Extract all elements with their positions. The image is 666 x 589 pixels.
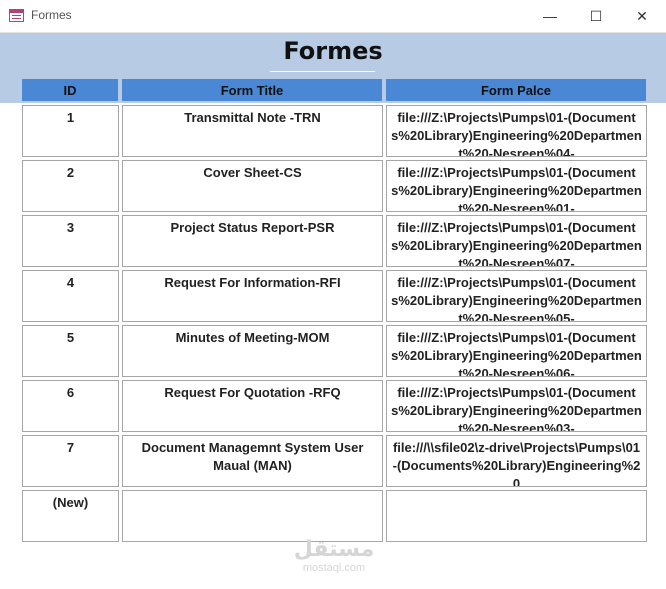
- id-field[interactable]: 3: [22, 215, 119, 267]
- watermark-arabic: مستقل: [293, 537, 375, 562]
- form-title-field[interactable]: Document Managemnt System User Maual (MA…: [122, 435, 383, 487]
- record-row: 4 Request For Information-RFI file:///Z:…: [0, 270, 666, 322]
- form-place-field[interactable]: file:///Z:\Projects\Pumps\01-(Documents%…: [386, 215, 647, 267]
- record-row: 3 Project Status Report-PSR file:///Z:\P…: [0, 215, 666, 267]
- form-place-field[interactable]: file:///Z:\Projects\Pumps\01-(Documents%…: [386, 270, 647, 322]
- column-header-form-title: Form Title: [122, 79, 382, 101]
- form-title-field[interactable]: Minutes of Meeting-MOM: [122, 325, 383, 377]
- form-heading: Formes: [283, 37, 383, 65]
- window-titlebar: Formes — ☐ ✕: [0, 0, 666, 33]
- new-record-row: (New): [0, 490, 666, 542]
- form-place-field[interactable]: file:///Z:\Projects\Pumps\01-(Documents%…: [386, 325, 647, 377]
- window-title: Formes: [31, 8, 72, 22]
- form-place-field[interactable]: file:///Z:\Projects\Pumps\01-(Documents%…: [386, 105, 647, 157]
- id-field[interactable]: 4: [22, 270, 119, 322]
- record-row: 6 Request For Quotation -RFQ file:///Z:\…: [0, 380, 666, 432]
- record-row: 7 Document Managemnt System User Maual (…: [0, 435, 666, 487]
- form-title-field[interactable]: Project Status Report-PSR: [122, 215, 383, 267]
- record-row: 5 Minutes of Meeting-MOM file:///Z:\Proj…: [0, 325, 666, 377]
- id-field[interactable]: 7: [22, 435, 119, 487]
- form-title-field[interactable]: Transmittal Note -TRN: [122, 105, 383, 157]
- watermark-url: mostaql.com: [302, 562, 366, 574]
- watermark: مستقل mostaql.com: [292, 537, 376, 575]
- close-button[interactable]: ✕: [619, 0, 665, 32]
- heading-underline: [270, 71, 375, 72]
- minimize-button[interactable]: —: [527, 0, 573, 32]
- id-field[interactable]: 5: [22, 325, 119, 377]
- form-title-field[interactable]: Cover Sheet-CS: [122, 160, 383, 212]
- record-row: 2 Cover Sheet-CS file:///Z:\Projects\Pum…: [0, 160, 666, 212]
- form-title-field[interactable]: Request For Quotation -RFQ: [122, 380, 383, 432]
- maximize-button[interactable]: ☐: [573, 0, 619, 32]
- column-header-form-place: Form Palce: [386, 79, 646, 101]
- column-header-id: ID: [22, 79, 118, 101]
- id-field[interactable]: 6: [22, 380, 119, 432]
- record-row: 1 Transmittal Note -TRN file:///Z:\Proje…: [0, 105, 666, 157]
- form-place-field[interactable]: file:///Z:\Projects\Pumps\01-(Documents%…: [386, 160, 647, 212]
- id-field[interactable]: 2: [22, 160, 119, 212]
- form-place-field[interactable]: file:///\\sfile02\z-drive\Projects\Pumps…: [386, 435, 647, 487]
- form-title-field[interactable]: [122, 490, 383, 542]
- form-title-field[interactable]: Request For Information-RFI: [122, 270, 383, 322]
- id-field[interactable]: 1: [22, 105, 119, 157]
- form-place-field[interactable]: file:///Z:\Projects\Pumps\01-(Documents%…: [386, 380, 647, 432]
- id-field[interactable]: (New): [22, 490, 119, 542]
- form-place-field[interactable]: [386, 490, 647, 542]
- access-form-icon: [9, 9, 24, 22]
